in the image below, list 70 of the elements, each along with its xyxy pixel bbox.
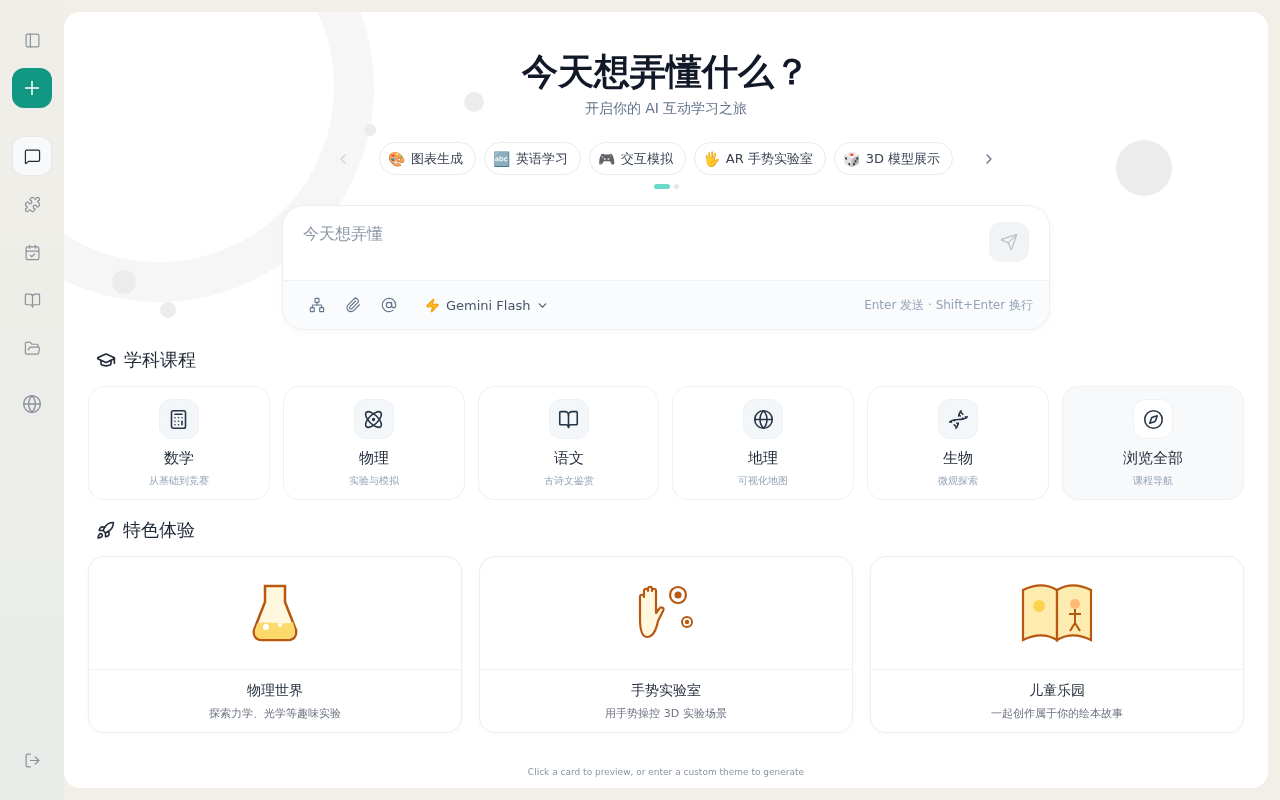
compass-icon	[1142, 408, 1164, 430]
globe-icon	[22, 394, 42, 414]
feature-card[interactable]: 手势实验室 用手势操控 3D 实验场景	[479, 556, 853, 733]
calendar-icon	[23, 243, 41, 261]
puzzle-icon	[23, 195, 41, 213]
course-name: 数学	[163, 449, 194, 468]
rocket-icon	[96, 520, 115, 540]
course-description: 可视化地图	[738, 474, 789, 488]
course-card[interactable]: 数学 从基础到竞赛	[88, 386, 270, 500]
feature-name: 手势实验室	[631, 682, 701, 700]
lightning-icon	[425, 297, 440, 313]
course-name: 生物	[943, 449, 974, 468]
sidebar-item[interactable]	[12, 136, 52, 176]
emoji-icon: 🎮	[597, 150, 615, 167]
course-name: 地理	[748, 449, 779, 468]
book-icon	[558, 408, 580, 430]
feature-name: 物理世界	[247, 682, 303, 700]
course-card[interactable]: 语文 古诗文鉴赏	[477, 386, 660, 500]
section-title: 特色体验	[123, 518, 195, 542]
suggestion-chip[interactable]: 🎨 图表生成	[378, 142, 476, 175]
course-card[interactable]: 浏览全部 课程导航	[1062, 386, 1244, 500]
network-icon	[309, 297, 325, 313]
book-icon	[23, 291, 41, 309]
feature-name: 儿童乐园	[1029, 682, 1085, 700]
feature-description: 一起创作属于你的绘本故事	[991, 706, 1123, 721]
page-title: 今天想弄懂什么？	[522, 50, 810, 94]
feature-description: 用手势操控 3D 实验场景	[605, 706, 727, 721]
suggestion-chip[interactable]: 🔤 英语学习	[483, 142, 581, 175]
course-card[interactable]: 地理 可视化地图	[672, 386, 855, 500]
storybook-drawing	[1021, 584, 1093, 642]
suggestion-chip[interactable]: 🎲 3D 模型展示	[833, 142, 954, 175]
course-card[interactable]: 物理 实验与模拟	[282, 386, 465, 500]
emoji-icon: 🎲	[842, 150, 860, 167]
course-description: 课程导航	[1133, 474, 1174, 488]
feature-card[interactable]: 儿童乐园 一起创作属于你的绘本故事	[870, 556, 1244, 733]
emoji-icon: 🎨	[387, 150, 405, 167]
carousel-dot[interactable]	[673, 184, 679, 189]
chat-icon	[23, 147, 41, 165]
course-name: 语文	[553, 449, 584, 468]
flask-drawing	[252, 584, 298, 642]
graduation-cap-icon	[96, 350, 116, 370]
logout-icon	[23, 751, 41, 769]
section-title: 学科课程	[124, 348, 196, 372]
course-name: 物理	[358, 449, 389, 468]
model-dropdown[interactable]: Gemini Flash	[419, 296, 556, 314]
footer-hint: Click a card to preview, or enter a custom theme to generate	[527, 767, 805, 777]
course-description: 古诗文鉴赏	[543, 474, 594, 488]
emoji-icon: 🔤	[492, 150, 510, 167]
course-name: 浏览全部	[1123, 449, 1184, 468]
course-description: 从基础到竞赛	[148, 474, 209, 488]
course-description: 实验与模拟	[348, 474, 399, 488]
send-icon	[1000, 233, 1018, 251]
at-sign-icon	[381, 297, 397, 313]
new-chat-button[interactable]	[12, 68, 52, 108]
suggestion-chip[interactable]: 🖐 AR 手势实验室	[693, 142, 826, 175]
feature-card[interactable]: 物理世界 探索力学、光学等趣味实验	[88, 556, 462, 733]
globe-icon	[752, 408, 774, 430]
emoji-icon: 🖐	[702, 150, 720, 167]
page-subtitle: 开启你的 AI 互动学习之旅	[584, 100, 748, 118]
atom-icon	[363, 408, 385, 430]
dna-icon	[947, 408, 969, 430]
feature-description: 探索力学、光学等趣味实验	[209, 706, 341, 721]
shortcut-hint: Enter 发送 · Shift+Enter 换行	[864, 296, 1033, 314]
course-card[interactable]: 生物 微观探索	[867, 386, 1050, 500]
course-description: 微观探索	[938, 474, 979, 488]
folder-icon	[23, 339, 41, 357]
suggestion-chip[interactable]: 🎮 交互模拟	[588, 142, 686, 175]
sidebar-toggle-icon	[23, 31, 41, 49]
send-button[interactable]	[989, 222, 1029, 262]
paperclip-icon	[345, 297, 361, 313]
